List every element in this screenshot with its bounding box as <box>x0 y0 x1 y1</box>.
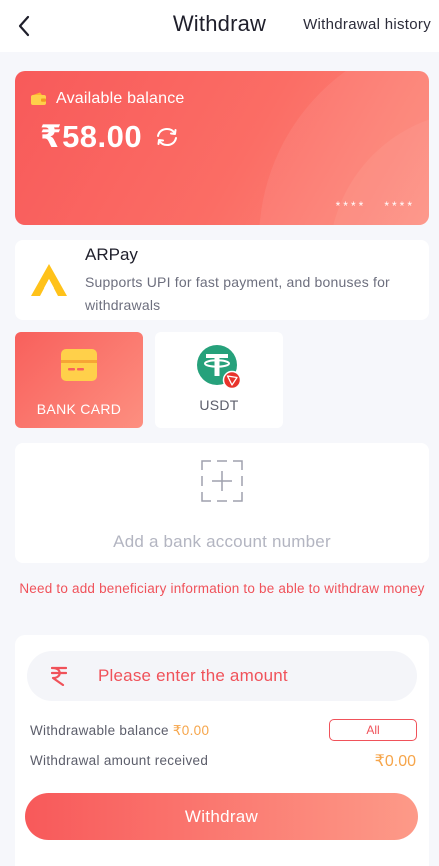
method-icon-wrap <box>155 344 283 390</box>
withdrawable-row: Withdrawable balance ₹0.00 <box>30 723 209 739</box>
withdrawal-history-link[interactable]: Withdrawal history <box>303 16 431 33</box>
withdraw-button[interactable]: Withdraw <box>25 793 418 840</box>
rupee-icon <box>48 666 70 686</box>
withdrawable-label: Withdrawable balance <box>30 723 173 738</box>
add-plus-icon <box>201 460 243 502</box>
add-bank-account[interactable]: Add a bank account number <box>15 443 429 563</box>
balance-label: Available balance <box>56 90 185 107</box>
received-value: ₹0.00 <box>374 753 416 770</box>
arpay-title: ARPay <box>85 245 138 264</box>
card-mask-right: **** <box>384 199 415 213</box>
method-label-usdt: USDT <box>199 397 239 413</box>
beneficiary-warning: Need to add beneficiary information to b… <box>19 581 425 596</box>
add-bank-label: Add a bank account number <box>113 532 331 551</box>
method-usdt[interactable]: USDT <box>155 332 283 428</box>
card-number-mask: **** **** <box>336 199 415 213</box>
balance-card: Available balance ₹58.00 **** **** <box>15 71 429 225</box>
amount-input-wrap[interactable] <box>27 651 417 701</box>
refresh-icon[interactable] <box>154 126 180 148</box>
arpay-description: Supports UPI for fast payment, and bonus… <box>85 274 390 313</box>
tether-icon <box>197 345 242 390</box>
balance-amount-row: ₹58.00 <box>40 119 180 155</box>
withdrawable-value: ₹0.00 <box>172 723 210 738</box>
balance-amount: ₹58.00 <box>40 119 143 154</box>
header: Withdraw Withdrawal history <box>0 0 439 52</box>
method-icon-wrap <box>15 348 143 382</box>
method-bank-card[interactable]: BANK CARD <box>15 332 143 428</box>
all-button[interactable]: All <box>329 719 417 741</box>
arpay-logo-icon <box>31 264 67 296</box>
received-label: Withdrawal amount received <box>30 753 209 768</box>
bank-card-icon <box>61 349 97 381</box>
arpay-option[interactable]: ARPay Supports UPI for fast payment, and… <box>15 240 429 320</box>
wallet-icon <box>31 92 46 105</box>
withdraw-panel: Withdrawable balance ₹0.00 All Withdrawa… <box>15 635 429 866</box>
card-mask-left: **** <box>335 199 367 213</box>
balance-label-row: Available balance <box>30 90 185 108</box>
amount-input[interactable] <box>98 666 398 686</box>
method-label-bank-card: BANK CARD <box>36 401 122 417</box>
